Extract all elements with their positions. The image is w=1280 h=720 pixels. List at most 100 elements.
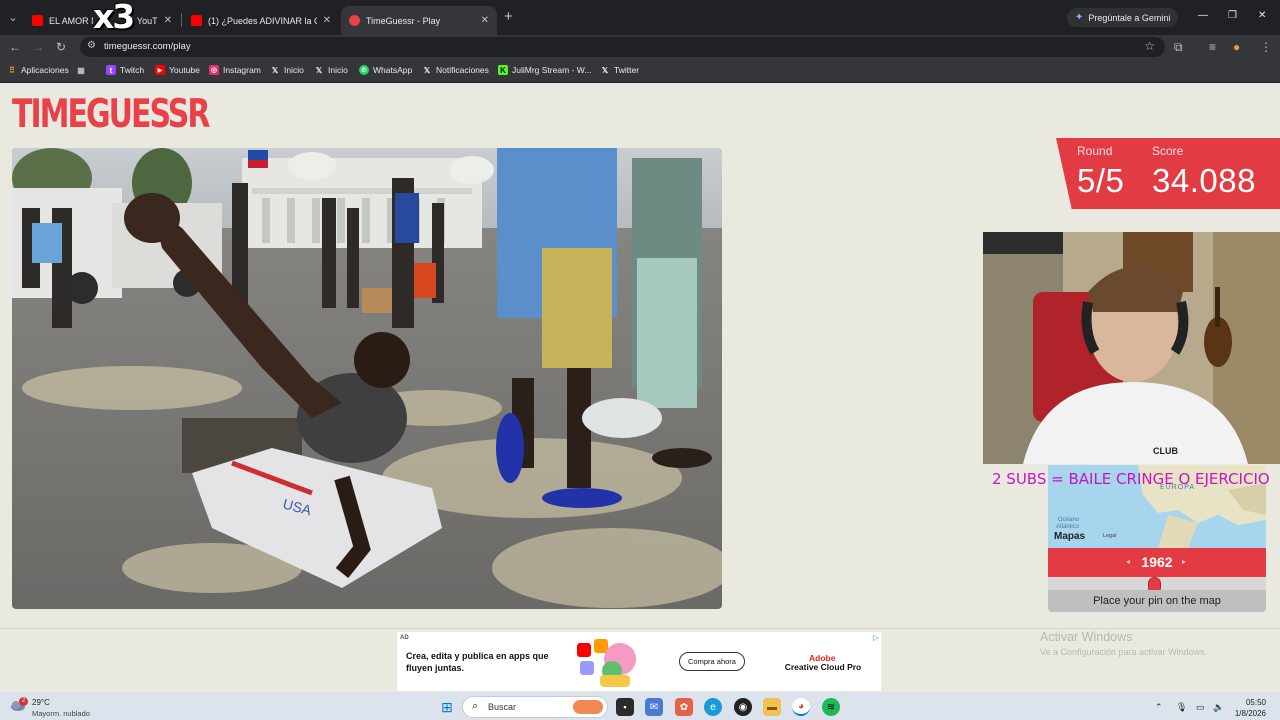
back-arrow-icon[interactable]: ← [9,39,21,55]
close-tab-icon[interactable]: ✕ [164,15,172,26]
copilot-icon[interactable]: ✿ [675,698,693,716]
taskbar-search-placeholder: Buscar [488,702,517,712]
bookmark-kick-julimrg[interactable]: K JuliMrg Stream - W... [498,65,591,75]
bookmark-x-inicio-1[interactable]: 𝕏 Inicio [270,65,304,75]
year-increase-icon[interactable]: ▸ [1182,557,1186,566]
bookmark-twitch[interactable]: t Twitch [106,65,144,75]
restore-window-button[interactable]: ❐ [1228,10,1237,21]
network-monitor-icon[interactable]: ▭ [1196,702,1205,713]
bookmark-label: Aplicaciones [21,65,69,75]
activate-windows-title: Activar Windows [1040,630,1133,644]
task-view-icon[interactable]: ▪ [616,698,634,716]
bookmark-whatsapp[interactable]: ✆ WhatsApp [359,65,412,75]
forward-arrow-icon[interactable]: → [32,39,44,55]
spotify-icon[interactable]: ≋ [822,698,840,716]
youtube-favicon-icon [191,15,202,26]
maps-brand-label: Mapas [1054,531,1086,542]
reading-list-icon[interactable]: ≡ [1209,39,1216,55]
score-value: 34.088 [1152,162,1256,199]
edge-browser-icon[interactable]: e [704,698,722,716]
volume-speaker-icon[interactable]: 🔈 [1213,702,1224,713]
timeguessr-favicon-icon [349,15,360,26]
ad-tag: AD [400,635,409,641]
file-explorer-icon[interactable]: ▬ [763,698,781,716]
close-tab-icon[interactable]: ✕ [481,15,489,26]
bookmark-star-icon[interactable]: ☆ [1144,39,1155,53]
round-value: 5/5 [1077,162,1125,199]
apple-maps-logo: Mapas [1054,531,1085,542]
bookmark-apps[interactable]: ⠿ Aplicaciones [7,65,69,75]
bookmark-x-inicio-2[interactable]: 𝕏 Inicio [314,65,348,75]
map-ocean-label: Océano [1058,517,1080,523]
tab-youtube-adivinar[interactable]: (1) ¿Puedes ADIVINAR la CANC ✕ [183,6,339,35]
chrome-browser-icon[interactable]: ◕ [792,698,810,716]
menu-kebab-icon[interactable]: ⋮ [1260,39,1272,55]
round-label: Round [1077,144,1113,158]
ad-choices-icon[interactable]: ▷ [873,633,879,642]
bookmark-youtube[interactable]: ▶ Youtube [155,65,200,75]
webcam-feed: CLUB [983,232,1280,464]
bookmarks-bar: ⠿ Aplicaciones ▦ t Twitch ▶ Youtube ◎ In… [0,59,1280,83]
obs-studio-icon[interactable]: ◉ [734,698,752,716]
reload-icon[interactable]: ↻ [56,39,66,55]
streamer-webcam: CLUB [983,232,1280,464]
ad-product: Creative Cloud Pro [784,662,862,672]
bookmark-label: Inicio [328,65,348,75]
bookmark-twitter[interactable]: 𝕏 Twitter [600,65,639,75]
youtube-icon: ▶ [155,65,165,75]
tray-overflow-chevron-icon[interactable]: ⌃ [1155,702,1163,713]
windows-start-icon[interactable]: ⊞ [438,698,456,716]
year-display: ◂ 1962 ▸ [1048,548,1266,577]
bookmark-label: Instagram [223,65,261,75]
browser-toolbar: ← → ↻ ⚙ timeguessr.com/play ☆ ⧉ ≡ ● ⋮ [0,35,1280,59]
address-bar[interactable]: ⚙ timeguessr.com/play ☆ [80,37,1165,57]
round-score-panel: Round 5/5 Score 34.088 [1056,138,1280,209]
tab-title: EL AMOR NO [49,15,93,26]
close-tab-icon[interactable]: ✕ [323,15,331,26]
apps-grid-icon: ⠿ [9,65,15,75]
profile-avatar-icon[interactable]: ● [1233,39,1240,55]
tab-title: TimeGuessr - Play [366,15,441,26]
weather-notification-badge: 2 [19,697,28,706]
bookmark-instagram[interactable]: ◎ Instagram [209,65,261,75]
map-ocean-label: Atlántico [1056,524,1080,530]
activate-windows-subtitle: Ve a Configuración para activar Windows. [1040,647,1208,657]
place-pin-button[interactable]: Place your pin on the map [1048,590,1266,612]
ad-cta-button[interactable]: Compra ahora [679,652,745,671]
close-window-button[interactable]: ✕ [1258,10,1266,21]
adobe-ad-banner[interactable]: AD ▷ Crea, edita y publica en apps que f… [397,632,881,691]
timeguessr-logo[interactable]: TIMEGUESSR [12,92,210,138]
gemini-button[interactable]: ✦ Pregúntale a Gemini [1067,8,1179,27]
gemini-label: Pregúntale a Gemini [1088,12,1171,23]
tab-search-button[interactable]: ⌄ [4,8,22,26]
bookmark-label: Notificaciones [436,65,489,75]
taskbar-clock-date[interactable]: 1/8/2026 [1228,709,1266,718]
bookmark-tab-groups[interactable]: ▦ [76,65,90,75]
tab-timeguessr[interactable]: TimeGuessr - Play ✕ [341,6,497,35]
new-tab-button[interactable]: + [504,9,513,24]
weather-description[interactable]: Mayorm. nublado [32,709,90,718]
minimize-window-button[interactable]: — [1198,10,1208,21]
youtube-favicon-icon [32,15,43,26]
map-legal-link[interactable]: Legal [1103,533,1116,539]
x-icon: 𝕏 [271,65,279,75]
tab-title-suffix: YouT [136,15,158,26]
microphone-icon[interactable]: 🎙 [1176,702,1187,713]
x-icon: 𝕏 [601,65,609,75]
site-info-icon[interactable]: ⚙ [87,40,96,51]
taskbar-clock-time[interactable]: 05:50 [1232,698,1266,707]
x-icon: 𝕏 [315,65,323,75]
gemini-sparkle-icon: ✦ [1075,12,1084,23]
page-divider [0,628,1280,629]
tab-title: (1) ¿Puedes ADIVINAR la CANC [208,15,317,26]
weather-temperature[interactable]: 29°C [32,698,50,707]
outlook-icon[interactable]: ✉ [645,698,663,716]
bookmark-x-notificaciones[interactable]: 𝕏 Notificaciones [422,65,489,75]
extensions-puzzle-icon[interactable]: ⧉ [1174,39,1183,55]
bookmark-label: JuliMrg Stream - W... [512,65,592,75]
whatsapp-icon: ✆ [359,65,369,75]
x-icon: 𝕏 [423,65,431,75]
taskbar-search-box[interactable]: ⌕ Buscar [462,696,608,718]
windows-taskbar [0,692,1280,720]
bookmark-label: Twitch [120,65,145,75]
